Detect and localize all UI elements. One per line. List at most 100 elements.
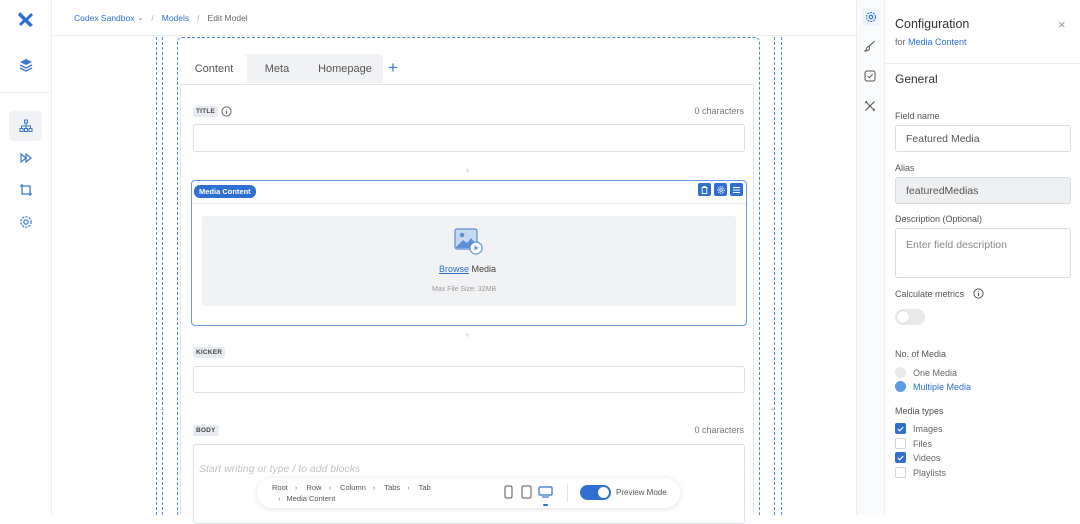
calc-metrics-toggle[interactable]: [895, 309, 925, 325]
menu-icon: [733, 186, 740, 193]
media-content-badge: Media Content: [194, 185, 256, 198]
kicker-label: KICKER: [193, 347, 226, 358]
checkbox-unchecked-icon: [895, 467, 906, 478]
add-left-marker[interactable]: +: [160, 405, 165, 414]
tab-content[interactable]: Content: [181, 54, 247, 83]
info-icon[interactable]: [221, 106, 232, 117]
body-label: BODY: [193, 425, 219, 436]
trash-icon: [701, 185, 708, 194]
add-right-marker[interactable]: +: [770, 405, 775, 414]
media-image-icon: [454, 228, 484, 256]
field-name-label: Field name: [895, 111, 940, 121]
radio-multiple-media[interactable]: Multiple Media: [895, 381, 971, 392]
toggle-knob: [598, 487, 609, 498]
fast-forward-icon[interactable]: [9, 143, 42, 173]
panel-icon-column: [856, 0, 885, 515]
tools-icon[interactable]: [864, 100, 876, 112]
sitemap-icon[interactable]: [9, 111, 42, 141]
breadcrumb: Codex Sandbox ⌄ / Models / Edit Model: [52, 0, 856, 36]
field-name-input[interactable]: Featured Media: [895, 125, 1071, 152]
path-row[interactable]: Row: [306, 483, 321, 492]
body-char-counter: 0 characters: [694, 425, 744, 435]
breadcrumb-workspace[interactable]: Codex Sandbox: [74, 13, 135, 23]
option-label: Playlists: [913, 467, 947, 478]
tab-homepage[interactable]: Homepage: [307, 54, 383, 83]
block-path-breadcrumb: Root › Row › Column › Tabs › Tab › Media Cont…: [272, 483, 431, 503]
subtitle-link[interactable]: Media Content: [908, 37, 967, 47]
breadcrumb-models[interactable]: Models: [162, 13, 189, 23]
media-header-divider: [192, 203, 746, 204]
tab-bar: Content Meta Homepage: [181, 54, 383, 83]
breadcrumb-current: Edit Model: [207, 12, 248, 23]
checkbox-images[interactable]: Images: [895, 423, 943, 434]
checkbox-files[interactable]: Files: [895, 438, 932, 449]
subtitle-prefix: for: [895, 37, 909, 47]
toolbar-divider: [567, 484, 568, 502]
description-label: Description (Optional): [895, 214, 983, 224]
active-device-indicator: [543, 504, 548, 506]
radio-one-media[interactable]: One Media: [895, 367, 957, 378]
mobile-preview-icon[interactable]: [504, 485, 513, 499]
option-label: One Media: [913, 367, 958, 378]
tablet-preview-icon[interactable]: [521, 485, 532, 499]
checkbox-checked-icon: [895, 452, 906, 463]
title-label: TITLE: [193, 106, 219, 117]
block-settings-button[interactable]: [714, 183, 727, 196]
chevron-down-icon[interactable]: ⌄: [138, 14, 144, 22]
media-types-label: Media types: [895, 406, 944, 416]
path-media-content: Media Content: [286, 494, 336, 503]
kicker-input[interactable]: [193, 366, 745, 393]
preview-mode-toggle[interactable]: [580, 485, 611, 500]
alias-label: Alias: [895, 163, 915, 173]
validation-check-icon[interactable]: [864, 70, 876, 82]
option-label: Files: [913, 438, 933, 449]
breadcrumb-separator: /: [197, 12, 200, 23]
config-gear-icon[interactable]: [862, 8, 880, 26]
left-rail: [0, 0, 52, 515]
title-char-counter: 0 characters: [694, 106, 744, 116]
path-root[interactable]: Root: [272, 483, 288, 492]
title-input[interactable]: [193, 124, 745, 152]
num-media-label: No. of Media: [895, 349, 947, 359]
crop-icon[interactable]: [9, 175, 42, 205]
layers-icon[interactable]: [9, 50, 42, 80]
path-tabs[interactable]: Tabs: [384, 483, 400, 492]
option-label: Multiple Media: [913, 381, 972, 392]
path-column[interactable]: Column: [340, 483, 366, 492]
add-tab-button[interactable]: +: [388, 59, 398, 76]
browse-media-rest: Media: [469, 264, 497, 274]
close-icon[interactable]: ×: [1058, 18, 1066, 31]
settings-gear-icon[interactable]: [9, 207, 42, 237]
add-block-marker[interactable]: +: [465, 166, 470, 176]
checkbox-videos[interactable]: Videos: [895, 452, 940, 463]
desktop-preview-icon[interactable]: [538, 486, 553, 498]
radio-icon: [895, 367, 906, 378]
delete-block-button[interactable]: [698, 183, 711, 196]
panel-title: Configuration: [895, 17, 970, 31]
description-textarea[interactable]: Enter field description: [895, 228, 1071, 278]
panel-subtitle: for Media Content: [895, 37, 967, 47]
tab-meta[interactable]: Meta: [247, 54, 307, 83]
max-file-size: Max File Size: 32MB: [432, 286, 497, 293]
toggle-knob: [897, 311, 909, 323]
option-label: Images: [913, 423, 943, 434]
add-block-marker[interactable]: +: [465, 330, 470, 340]
path-tab[interactable]: Tab: [419, 483, 431, 492]
drag-handle-button[interactable]: [730, 183, 743, 196]
brush-icon[interactable]: [864, 40, 876, 52]
calc-metrics-info-icon[interactable]: [973, 288, 984, 299]
row-guide: [162, 37, 163, 515]
radio-selected-icon: [895, 381, 906, 392]
checkbox-playlists[interactable]: Playlists: [895, 467, 946, 478]
gear-icon: [716, 185, 725, 194]
panel-divider: [885, 63, 1080, 64]
alias-input: featuredMedias: [895, 177, 1071, 204]
browse-link[interactable]: Browse: [439, 264, 469, 274]
app-logo[interactable]: [17, 10, 35, 28]
row-guide: [774, 37, 775, 515]
checkbox-checked-icon: [895, 423, 906, 434]
rail-divider: [0, 92, 52, 93]
browse-media-text: Browse Media: [439, 264, 496, 274]
section-general: General: [895, 72, 938, 86]
checkbox-unchecked-icon: [895, 438, 906, 449]
